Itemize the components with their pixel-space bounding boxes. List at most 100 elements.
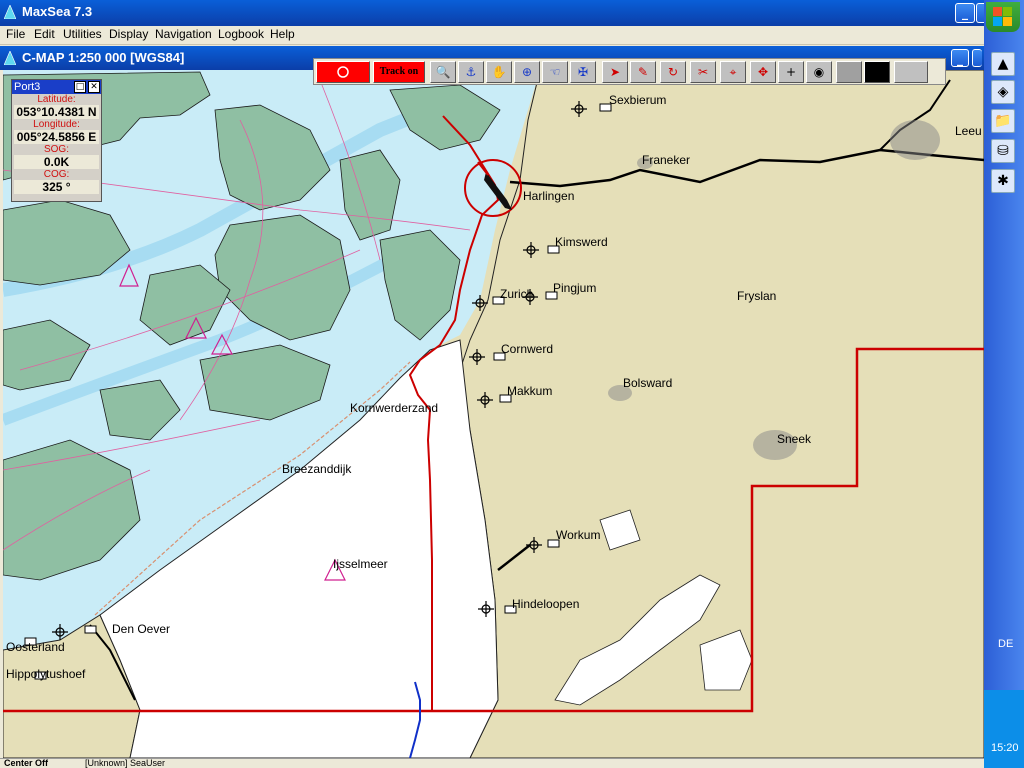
status-user: [Unknown] SeaUser <box>85 758 166 768</box>
sog-value: 0.0K <box>14 155 99 169</box>
hand-icon: ✋ <box>491 65 507 79</box>
start-button[interactable] <box>986 2 1020 32</box>
place-breezanddijk: Breezanddijk <box>282 462 352 476</box>
arrow-icon: ➤ <box>609 65 621 79</box>
place-leeuwarden: Leeu <box>955 124 982 138</box>
minimize-button[interactable]: _ <box>955 3 975 23</box>
place-pingjum: Pingjum <box>553 281 597 295</box>
track-on-button[interactable]: Track on <box>373 61 425 83</box>
cog-label: COG: <box>43 169 70 180</box>
place-hindeloopen: Hindeloopen <box>512 597 580 611</box>
place-sneek: Sneek <box>777 432 812 446</box>
taskbar-app-4[interactable]: ⛁ <box>991 139 1015 163</box>
app-window: MaxSea 7.3 _ File Edit Utilities Display… <box>0 0 1024 768</box>
compass-button[interactable]: ✠ <box>570 61 596 83</box>
layout-button[interactable] <box>894 61 928 83</box>
windows-logo-icon <box>993 7 1012 26</box>
place-makkum: Makkum <box>507 384 553 398</box>
longitude-value: 005°24.5856 E <box>14 130 99 144</box>
place-zurich: Zurich <box>500 287 534 301</box>
place-bolsward: Bolsward <box>623 376 673 390</box>
status-center[interactable]: Center Off <box>4 758 48 768</box>
taskbar-maxsea[interactable]: ▲ <box>991 52 1015 76</box>
longitude-label: Longitude: <box>33 119 80 130</box>
place-workum: Workum <box>556 528 601 542</box>
latitude-value: 053°10.4381 N <box>14 105 99 119</box>
pan-icon: ☜ <box>549 65 561 79</box>
rotate-button[interactable]: ↻ <box>660 61 686 83</box>
info-panel-maximize-button[interactable]: □ <box>74 81 86 93</box>
info-panel-close-button[interactable]: ✕ <box>88 81 100 93</box>
cog-value: 325 ° <box>14 180 99 194</box>
pan-button[interactable]: ☜ <box>542 61 568 83</box>
zoom-button[interactable]: 🔍 <box>430 61 456 83</box>
menu-navigation[interactable]: Navigation <box>155 27 212 41</box>
status-bar: Center Off [Unknown] SeaUser <box>0 758 984 768</box>
target-icon: ⌖ <box>729 65 737 79</box>
place-franeker: Franeker <box>642 153 691 167</box>
rotate-icon: ↻ <box>667 65 679 79</box>
place-kimswerd: Kimswerd <box>555 235 608 249</box>
doc-restore-button[interactable] <box>972 49 982 67</box>
clock: 15:20 <box>991 742 1019 754</box>
menu-edit[interactable]: Edit <box>34 27 55 41</box>
place-hippolytushoef: Hippolytushoef <box>6 667 86 681</box>
pencil-icon: ✎ <box>637 65 649 79</box>
place-oosterland: Oosterland <box>6 640 65 654</box>
draw-button[interactable]: ✎ <box>630 61 656 83</box>
window-title: MaxSea 7.3 <box>22 4 93 19</box>
position-info-panel[interactable]: Port3 □ ✕ Latitude: 053°10.4381 N Longit… <box>11 79 102 202</box>
menu-logbook[interactable]: Logbook <box>218 27 264 41</box>
waypoint-icon: ◉ <box>813 65 825 79</box>
taskbar-app-5[interactable]: ✱ <box>991 169 1015 193</box>
chart-doc-icon <box>4 51 16 65</box>
compass-icon: ✠ <box>577 65 589 79</box>
folder-icon: 📁 <box>994 113 1012 129</box>
windows-taskbar: ▲ ◈ 📁 ⛁ ✱ <box>984 0 1024 768</box>
anchor-icon: ⚓ <box>465 65 477 79</box>
place-den-oever: Den Oever <box>112 622 171 636</box>
disk-icon: ⛁ <box>997 143 1009 159</box>
taskbar-folder[interactable]: 📁 <box>991 109 1015 133</box>
menu-utilities[interactable]: Utilities <box>63 27 102 41</box>
color-swatch-gray[interactable] <box>836 61 862 83</box>
crosshair-icon: ⊕ <box>521 65 533 79</box>
place-ijsselmeer: Ijsselmeer <box>333 557 388 571</box>
scissors-icon: ✂ <box>697 65 709 79</box>
doc-minimize-button[interactable]: _ <box>951 49 969 67</box>
color-swatch-black[interactable] <box>864 61 890 83</box>
place-fryslan: Fryslan <box>737 289 777 303</box>
language-indicator[interactable]: DE <box>998 638 1013 650</box>
anchor-button[interactable]: ⚓ <box>458 61 484 83</box>
target-button[interactable]: ⌖ <box>720 61 746 83</box>
chart-canvas <box>3 70 984 758</box>
stop-button[interactable] <box>316 61 370 83</box>
flag-icon: ✱ <box>997 173 1009 189</box>
menu-help[interactable]: Help <box>270 27 295 41</box>
menu-display[interactable]: Display <box>109 27 148 41</box>
menu-file[interactable]: File <box>6 27 25 41</box>
app-icon: ◈ <box>997 84 1009 100</box>
taskbar-app-2[interactable]: ◈ <box>991 80 1015 104</box>
chart-toolbar: Track on 🔍 ⚓ ✋ ⊕ ☜ ✠ ➤ ✎ ↻ ✂ ⌖ ✥ + ◉ <box>313 58 946 85</box>
center-button[interactable]: ⊕ <box>514 61 540 83</box>
maxsea-icon <box>4 5 16 19</box>
select-button[interactable]: ➤ <box>602 61 628 83</box>
add-button[interactable]: + <box>778 61 804 83</box>
waypoint-button[interactable]: ◉ <box>806 61 832 83</box>
title-bar: MaxSea 7.3 _ <box>0 0 985 26</box>
cut-button[interactable]: ✂ <box>690 61 716 83</box>
plus-icon: + <box>785 65 797 79</box>
place-cornwerd: Cornwerd <box>501 342 554 356</box>
move-button[interactable]: ✥ <box>750 61 776 83</box>
sog-label: SOG: <box>43 144 69 155</box>
place-sexbierum: Sexbierum <box>609 93 667 107</box>
stop-icon <box>337 66 349 78</box>
chart-map[interactable]: Sexbierum Franeker Leeu Harlingen Kimswe… <box>3 70 984 758</box>
system-tray <box>984 690 1024 768</box>
latitude-label: Latitude: <box>37 94 76 105</box>
maxsea-icon: ▲ <box>997 56 1009 72</box>
hand-button[interactable]: ✋ <box>486 61 512 83</box>
document-title: C-MAP 1:250 000 [WGS84] <box>22 50 185 65</box>
move-icon: ✥ <box>757 65 769 79</box>
